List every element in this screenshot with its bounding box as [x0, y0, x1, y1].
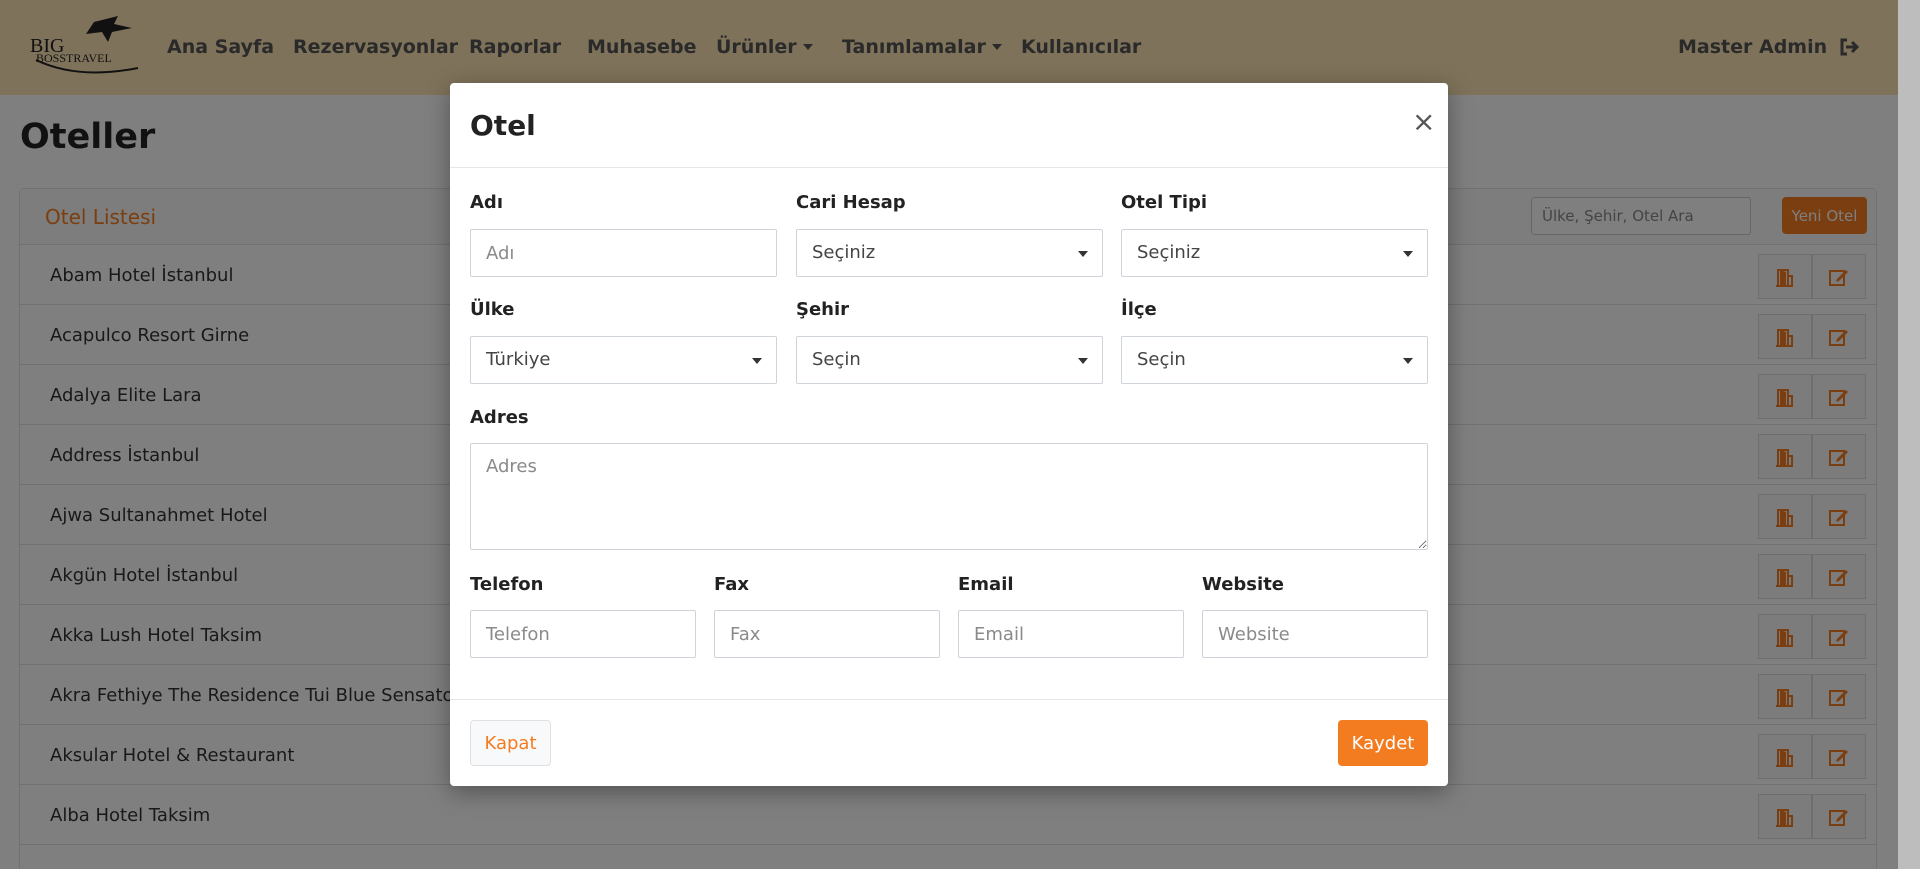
hotel-type-label: Otel Tipi [1121, 192, 1208, 213]
address-textarea[interactable] [470, 443, 1428, 550]
close-button[interactable]: Kapat [470, 720, 551, 766]
modal-title: Otel [470, 109, 536, 142]
district-label: İlçe [1121, 299, 1157, 320]
account-select-value: Seçiniz [812, 242, 876, 263]
caret-down-icon [1403, 251, 1413, 257]
country-label: Ülke [470, 299, 515, 320]
country-select-value: Türkiye [486, 349, 551, 370]
close-icon[interactable]: × [1412, 105, 1435, 138]
hotel-modal: Otel × Adı Cari Hesap Seçiniz Otel Tipi … [450, 83, 1448, 786]
fax-input[interactable] [714, 610, 940, 658]
website-label: Website [1202, 574, 1285, 595]
modal-header: Otel × [450, 83, 1448, 168]
email-input[interactable] [958, 610, 1184, 658]
caret-down-icon [752, 358, 762, 364]
country-select[interactable]: Türkiye [470, 336, 777, 384]
caret-down-icon [1078, 251, 1088, 257]
district-select[interactable]: Seçin [1121, 336, 1428, 384]
hotel-type-select-value: Seçiniz [1137, 242, 1201, 263]
district-select-value: Seçin [1137, 349, 1186, 370]
account-label: Cari Hesap [796, 192, 906, 213]
city-label: Şehir [796, 299, 850, 320]
email-label: Email [958, 574, 1014, 595]
address-label: Adres [470, 407, 529, 428]
name-input[interactable] [470, 229, 777, 277]
account-select[interactable]: Seçiniz [796, 229, 1103, 277]
caret-down-icon [1078, 358, 1088, 364]
city-select[interactable]: Seçin [796, 336, 1103, 384]
website-input[interactable] [1202, 610, 1428, 658]
phone-input[interactable] [470, 610, 696, 658]
fax-label: Fax [714, 574, 749, 595]
page-scrollbar[interactable] [1898, 0, 1920, 869]
save-button[interactable]: Kaydet [1338, 720, 1428, 766]
hotel-type-select[interactable]: Seçiniz [1121, 229, 1428, 277]
caret-down-icon [1403, 358, 1413, 364]
modal-footer: Kapat Kaydet [450, 699, 1448, 786]
city-select-value: Seçin [812, 349, 861, 370]
phone-label: Telefon [470, 574, 544, 595]
name-label: Adı [470, 192, 503, 213]
